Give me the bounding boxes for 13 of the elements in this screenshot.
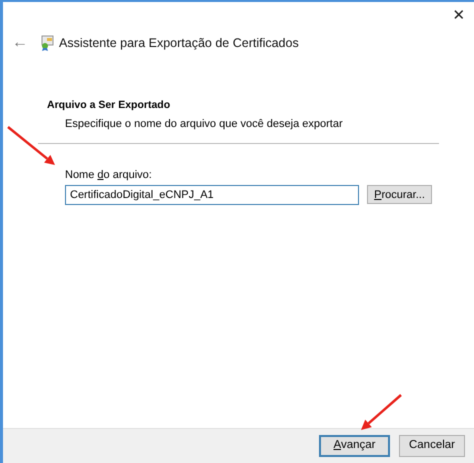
dialog-button[interactable]: Avançar bbox=[319, 435, 390, 457]
browse-button[interactable]: Procurar... bbox=[367, 185, 432, 204]
annotation-arrow bbox=[361, 394, 402, 430]
file-name-field[interactable]: CertificadoDigital_eCNPJ_A1 bbox=[65, 184, 359, 205]
file-name-label: Nome do arquivo: bbox=[65, 168, 153, 184]
annotation-arrow bbox=[7, 126, 55, 165]
close-button[interactable]: ✕ bbox=[448, 4, 470, 26]
dialog-button[interactable]: Cancelar bbox=[399, 435, 465, 457]
section-heading: Arquivo a Ser Exportado bbox=[47, 98, 172, 113]
back-button[interactable]: ← bbox=[11, 35, 29, 51]
wizard-title: Assistente para Exportação de Certificados bbox=[59, 34, 299, 52]
section-description: Especifique o nome do arquivo que você deseja exportar bbox=[64, 116, 344, 132]
certificate-icon bbox=[39, 35, 55, 51]
